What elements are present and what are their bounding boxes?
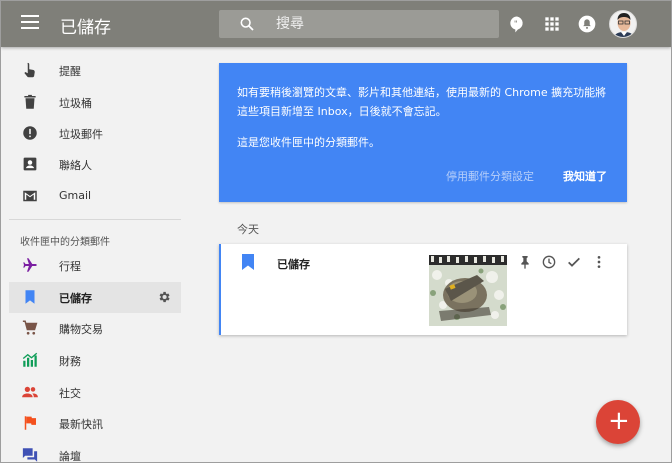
forum-icon (22, 448, 38, 462)
info-banner: 如有要稍後瀏覽的文章、影片和其他連結，使用最新的 Chrome 擴充功能將這些項… (219, 63, 627, 202)
avatar[interactable] (609, 10, 637, 38)
sidebar-item-label: 垃圾郵件 (59, 128, 103, 141)
reminder-hand-icon (24, 62, 35, 78)
disable-bundles-button[interactable]: 停用郵件分類設定 (446, 168, 534, 184)
day-heading: 今天 (237, 223, 259, 236)
sidebar-item-social[interactable]: 社交 (9, 377, 181, 408)
sidebar-item-finance[interactable]: 財務 (9, 345, 181, 376)
sidebar-item-saved[interactable]: 已儲存 (9, 282, 181, 313)
menu-icon[interactable] (21, 15, 39, 33)
trash-icon (24, 94, 36, 109)
more-vert-icon[interactable] (591, 254, 607, 270)
flag-icon (24, 416, 36, 430)
notifications-icon[interactable] (577, 14, 597, 34)
sidebar-item-reminders[interactable]: 提醒 (9, 55, 181, 86)
app-window: 已儲存 " (0, 0, 672, 463)
compose-fab-button[interactable]: + (596, 400, 640, 444)
pin-icon[interactable] (517, 254, 533, 270)
sidebar-item-label: 購物交易 (59, 323, 103, 336)
gmail-icon (23, 190, 37, 202)
sidebar-item-label: 行程 (59, 260, 81, 273)
search-bar[interactable] (219, 10, 499, 38)
bookmark-icon (242, 254, 254, 270)
sidebar-item-label: 提醒 (59, 65, 81, 78)
chart-icon (22, 352, 38, 367)
sidebar: 提醒 垃圾桶 垃圾郵件 聯絡人 Gmail 收件匣中的分類郵件 行程 已儲存 購… (1, 47, 191, 463)
sidebar-item-contacts[interactable]: 聯絡人 (9, 149, 181, 180)
cart-icon (22, 320, 38, 335)
sidebar-item-purchases[interactable]: 購物交易 (9, 313, 181, 344)
top-app-bar: 已儲存 " (1, 1, 671, 47)
sidebar-item-trips[interactable]: 行程 (9, 250, 181, 281)
chat-icon[interactable]: " (507, 14, 527, 34)
sidebar-divider (9, 219, 181, 220)
plus-icon: + (608, 406, 630, 436)
sidebar-item-gmail[interactable]: Gmail (9, 181, 181, 212)
got-it-button[interactable]: 我知道了 (563, 168, 607, 184)
sidebar-item-trash[interactable]: 垃圾桶 (9, 87, 181, 118)
banner-message: 如有要稍後瀏覽的文章、影片和其他連結，使用最新的 Chrome 擴充功能將這些項… (237, 86, 607, 118)
svg-text:": " (514, 20, 517, 28)
sidebar-item-updates[interactable]: 最新快訊 (9, 408, 181, 439)
people-icon (22, 386, 38, 398)
bundles-section-title: 收件匣中的分類郵件 (20, 237, 110, 248)
sidebar-item-forums[interactable]: 論壇 (9, 440, 181, 463)
done-check-icon[interactable] (566, 254, 582, 270)
list-item-title: 已儲存 (277, 258, 310, 271)
sidebar-item-label: 論壇 (59, 450, 81, 463)
snooze-clock-icon[interactable] (541, 254, 557, 270)
sidebar-item-label: 垃圾桶 (59, 97, 92, 110)
contacts-icon (23, 157, 37, 171)
search-input[interactable] (276, 15, 486, 33)
banner-note: 這是您收件匣中的分類郵件。 (237, 136, 380, 149)
sidebar-item-label: Gmail (59, 189, 92, 202)
search-icon[interactable] (239, 16, 255, 32)
bookmark-icon (25, 290, 35, 304)
thumbnail-image[interactable] (429, 255, 507, 326)
sidebar-item-label: 最新快訊 (59, 418, 103, 431)
apps-grid-icon[interactable] (542, 14, 562, 34)
sidebar-item-label: 財務 (59, 355, 81, 368)
sidebar-item-label: 已儲存 (59, 292, 92, 305)
airplane-icon (23, 258, 37, 272)
page-title: 已儲存 (60, 18, 111, 37)
sidebar-item-spam[interactable]: 垃圾郵件 (9, 118, 181, 149)
sidebar-item-label: 社交 (59, 387, 81, 400)
list-item[interactable]: 已儲存 (219, 244, 627, 335)
gear-icon[interactable] (157, 290, 171, 304)
sidebar-item-label: 聯絡人 (59, 159, 92, 172)
spam-icon (23, 126, 37, 140)
